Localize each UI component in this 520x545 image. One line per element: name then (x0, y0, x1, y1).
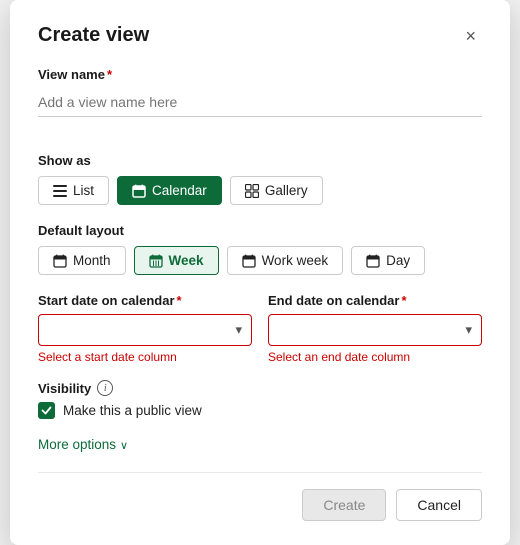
view-name-input[interactable] (38, 88, 482, 117)
start-date-error: Select a start date column (38, 350, 252, 364)
layout-week-label: Week (169, 253, 204, 268)
layout-work-week-label: Work week (262, 253, 329, 268)
layout-month-label: Month (73, 253, 111, 268)
view-name-label: View name* (38, 67, 482, 82)
visibility-section: Visibility i Make this a public view (38, 380, 482, 419)
create-view-dialog: Create view × View name* Show as List (10, 0, 510, 545)
day-calendar-icon (366, 254, 380, 268)
show-as-list-button[interactable]: List (38, 176, 109, 205)
more-options-label: More options (38, 437, 116, 452)
dialog-title: Create view (38, 24, 149, 47)
visibility-label: Visibility (38, 381, 91, 396)
default-layout-label: Default layout (38, 223, 482, 238)
public-view-row: Make this a public view (38, 402, 482, 419)
show-as-list-label: List (73, 183, 94, 198)
layout-day-label: Day (386, 253, 410, 268)
dialog-header: Create view × (38, 24, 482, 47)
list-icon (53, 184, 67, 198)
start-date-label: Start date on calendar* (38, 293, 252, 308)
end-date-error: Select an end date column (268, 350, 482, 364)
layout-month-button[interactable]: Month (38, 246, 126, 275)
public-view-label: Make this a public view (63, 403, 202, 418)
show-as-gallery-button[interactable]: Gallery (230, 176, 323, 205)
end-date-select-wrapper (268, 314, 482, 346)
public-view-checkbox[interactable] (38, 402, 55, 419)
cancel-button[interactable]: Cancel (396, 489, 482, 521)
month-calendar-icon (53, 254, 67, 268)
start-date-select-wrapper (38, 314, 252, 346)
dialog-footer: Create Cancel (38, 472, 482, 521)
end-date-label: End date on calendar* (268, 293, 482, 308)
layout-options: Month Week (38, 246, 482, 275)
show-as-calendar-label: Calendar (152, 183, 207, 198)
start-date-select[interactable] (38, 314, 252, 346)
show-as-label: Show as (38, 153, 482, 168)
layout-work-week-button[interactable]: Work week (227, 246, 344, 275)
visibility-row: Visibility i (38, 380, 482, 396)
date-fields-row: Start date on calendar* Select a start d… (38, 293, 482, 364)
info-icon: i (97, 380, 113, 396)
show-as-calendar-button[interactable]: Calendar (117, 176, 222, 205)
chevron-down-icon: ∨ (120, 439, 128, 452)
week-calendar-icon (149, 254, 163, 268)
show-as-options: List Calendar (38, 176, 482, 205)
work-week-calendar-icon (242, 254, 256, 268)
end-date-select[interactable] (268, 314, 482, 346)
end-date-field: End date on calendar* Select an end date… (268, 293, 482, 364)
view-name-section: View name* (38, 67, 482, 135)
show-as-section: Show as List (38, 153, 482, 205)
calendar-icon (132, 184, 146, 198)
gallery-icon (245, 184, 259, 198)
layout-week-button[interactable]: Week (134, 246, 219, 275)
create-button[interactable]: Create (302, 489, 386, 521)
layout-day-button[interactable]: Day (351, 246, 425, 275)
default-layout-section: Default layout Month (38, 223, 482, 275)
close-button[interactable]: × (459, 25, 482, 47)
more-options-button[interactable]: More options ∨ (38, 437, 128, 452)
start-date-field: Start date on calendar* Select a start d… (38, 293, 252, 364)
show-as-gallery-label: Gallery (265, 183, 308, 198)
